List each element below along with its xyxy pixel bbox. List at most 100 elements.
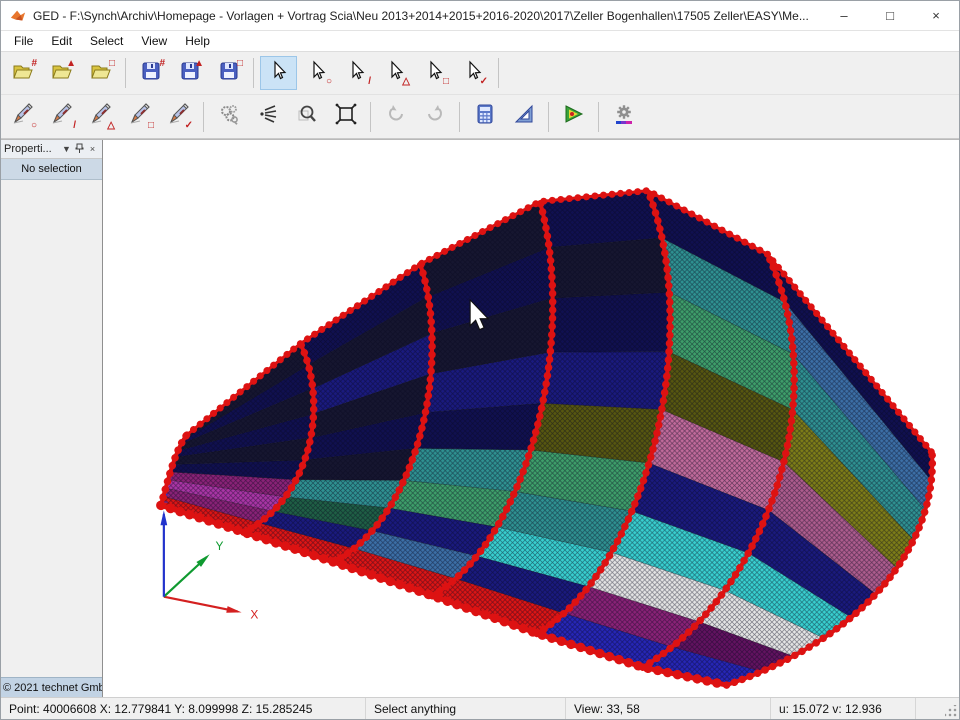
overlay-glyph: / (73, 121, 76, 131)
zoom-fit-button[interactable] (327, 100, 364, 134)
status-filler (916, 698, 959, 719)
toolbar-file-select: # ▲ □ # ▲ □ ○ / △ □ ✓ (1, 52, 959, 95)
pencil-icon (50, 102, 74, 131)
app-logo-icon (9, 8, 27, 24)
overlay-glyph: □ (109, 59, 115, 69)
render-flag-button[interactable] (555, 100, 592, 134)
panel-close-icon[interactable]: × (86, 144, 99, 154)
menu-edit[interactable]: Edit (42, 32, 81, 50)
chevron-down-icon[interactable]: ▼ (60, 144, 73, 154)
toolbar-separator (203, 102, 204, 132)
svg-text:Y: Y (215, 539, 223, 553)
properties-panel-header: Properti... ▼ × (1, 140, 102, 159)
resize-grip[interactable] (945, 705, 957, 717)
menu-select[interactable]: Select (81, 32, 132, 50)
properties-panel-title: Properti... (4, 143, 60, 155)
rays-icon (256, 102, 280, 131)
cursor-icon (267, 59, 291, 88)
draw-triangle-button[interactable]: △ (82, 100, 119, 134)
calc-icon (473, 102, 497, 131)
overlay-glyph: # (159, 59, 165, 69)
no-selection-label: No selection (1, 159, 102, 180)
x-axis (164, 597, 238, 612)
status-bar: Point: 40006608 X: 12.779841 Y: 8.099998… (1, 697, 959, 719)
overlay-glyph: ▲ (194, 59, 204, 69)
toolbar-separator (598, 102, 599, 132)
undo-icon (384, 102, 408, 131)
select-arrow-button[interactable] (260, 56, 297, 90)
open-square-button[interactable]: □ (82, 56, 119, 90)
pin-icon[interactable] (73, 143, 86, 156)
overlay-glyph: ▲ (66, 59, 76, 69)
measure-button[interactable] (505, 100, 542, 134)
app-window: GED - F:\Synch\Archiv\Homepage - Vorlage… (0, 0, 960, 720)
redo-icon (423, 102, 447, 131)
calculator-button[interactable] (466, 100, 503, 134)
select-check-button[interactable]: ✓ (455, 56, 492, 90)
main-area: Properti... ▼ × No selection © 2021 tech… (1, 139, 959, 697)
overlay-glyph: △ (107, 121, 115, 131)
menu-file[interactable]: File (5, 32, 42, 50)
save-triangle-button[interactable]: ▲ (171, 56, 208, 90)
open-triangle-button[interactable]: ▲ (43, 56, 80, 90)
overlay-glyph: ○ (31, 121, 37, 131)
triangle-ruler-icon (512, 102, 536, 131)
status-view: View: 33, 58 (566, 698, 771, 719)
select-point-button[interactable]: ○ (299, 56, 336, 90)
model-viewport[interactable]: XYZ (103, 140, 959, 697)
overlay-glyph: □ (148, 121, 154, 131)
toolbar-separator (253, 58, 254, 88)
cursor-icon (345, 59, 369, 88)
draw-point-button[interactable]: ○ (4, 100, 41, 134)
close-button[interactable]: × (913, 1, 959, 31)
menu-help[interactable]: Help (176, 32, 219, 50)
menu-view[interactable]: View (132, 32, 176, 50)
transform-button[interactable] (210, 100, 247, 134)
minimize-button[interactable]: – (821, 1, 867, 31)
copyright-label: © 2021 technet GmbH (1, 677, 102, 697)
fit-icon (334, 102, 358, 131)
overlay-glyph: △ (402, 77, 410, 87)
overlay-glyph: □ (443, 77, 449, 87)
gears-icon (217, 102, 241, 131)
draw-square-button[interactable]: □ (121, 100, 158, 134)
select-square-button[interactable]: □ (416, 56, 453, 90)
toolbar-separator (498, 58, 499, 88)
save-square-button[interactable]: □ (210, 56, 247, 90)
zoom-icon (295, 102, 319, 131)
status-hint: Select anything (366, 698, 566, 719)
open-hash-button[interactable]: # (4, 56, 41, 90)
select-triangle-button[interactable]: △ (377, 56, 414, 90)
toolbar-separator (125, 58, 126, 88)
overlay-glyph: ✓ (480, 77, 488, 87)
flag-icon (562, 102, 586, 131)
light-rays-button[interactable] (249, 100, 286, 134)
settings-button[interactable] (605, 100, 642, 134)
save-hash-button[interactable]: # (132, 56, 169, 90)
menu-bar: File Edit Select View Help (1, 31, 959, 52)
settings-icon (612, 102, 636, 131)
undo-button[interactable] (377, 100, 414, 134)
overlay-glyph: # (31, 59, 37, 69)
redo-button[interactable] (416, 100, 453, 134)
draw-line-button[interactable]: / (43, 100, 80, 134)
overlay-glyph: / (368, 77, 371, 87)
status-uv: u: 15.072 v: 12.936 (771, 698, 916, 719)
status-point-coords: Point: 40006608 X: 12.779841 Y: 8.099998… (1, 698, 366, 719)
overlay-glyph: □ (237, 59, 243, 69)
draw-check-button[interactable]: ✓ (160, 100, 197, 134)
maximize-button[interactable]: □ (867, 1, 913, 31)
toolbar-draw-tools: ○ / △ □ ✓ (1, 95, 959, 139)
properties-panel: Properti... ▼ × No selection © 2021 tech… (1, 140, 103, 697)
properties-panel-body (1, 180, 102, 677)
zoom-window-button[interactable] (288, 100, 325, 134)
svg-text:X: X (250, 608, 258, 622)
window-title: GED - F:\Synch\Archiv\Homepage - Vorlage… (33, 9, 821, 23)
toolbar-separator (548, 102, 549, 132)
select-line-button[interactable]: / (338, 56, 375, 90)
model-mesh[interactable]: XYZ (103, 140, 959, 697)
toolbar-separator (459, 102, 460, 132)
title-bar: GED - F:\Synch\Archiv\Homepage - Vorlage… (1, 1, 959, 31)
overlay-glyph: ○ (326, 77, 332, 87)
toolbar-separator (370, 102, 371, 132)
